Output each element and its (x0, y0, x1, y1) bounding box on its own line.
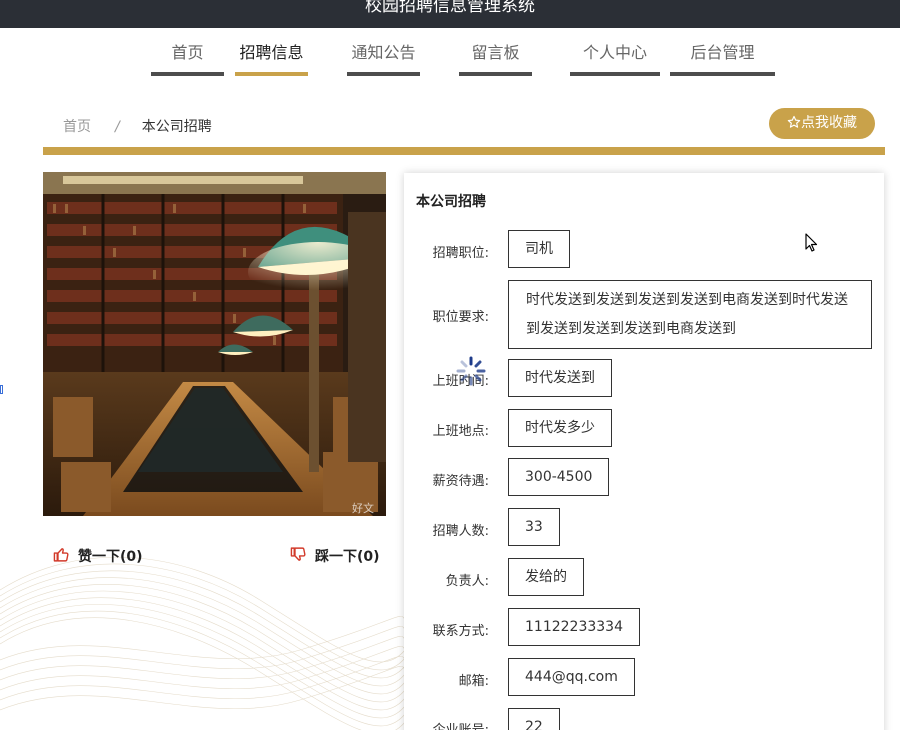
field-label-phone: 联系方式: (432, 624, 489, 639)
main-nav: 首页 招聘信息 通知公告 留言板 个人中心 后台管理 (0, 40, 900, 80)
field-label-position: 招聘职位: (432, 246, 489, 261)
field-value-work-hours: 时代发送到 (508, 359, 612, 397)
field-label-contact-person: 负责人: (445, 574, 489, 589)
nav-underline (151, 72, 224, 76)
library-illustration (43, 172, 386, 516)
breadcrumb: 首页 / 本公司招聘 (63, 116, 212, 136)
nav-item-admin[interactable]: 后台管理 (670, 40, 775, 76)
nav-item-label: 招聘信息 (239, 43, 304, 62)
site-title: 校园招聘信息管理系统 (365, 0, 535, 16)
thumbs-down-icon (290, 547, 306, 561)
field-value-position: 司机 (508, 230, 570, 268)
nav-underline (347, 72, 420, 76)
field-value-contact-person: 发给的 (508, 558, 584, 596)
star-outline-icon (787, 115, 801, 128)
nav-item-personal-center[interactable]: 个人中心 (570, 40, 660, 76)
field-value-phone: 11122233334 (508, 608, 640, 646)
detail-title: 本公司招聘 (416, 194, 486, 210)
mouse-cursor-icon (805, 233, 818, 252)
photo-watermark: 好文 (352, 502, 374, 515)
breadcrumb-current: 本公司招聘 (141, 119, 212, 135)
top-bar: 校园招聘信息管理系统 (0, 0, 900, 28)
job-photo (43, 172, 386, 516)
nav-underline (570, 72, 660, 76)
field-label-email: 邮箱: (458, 674, 489, 689)
field-label-requirements: 职位要求: (432, 310, 489, 325)
nav-underline (670, 72, 775, 76)
nav-item-home[interactable]: 首页 (151, 40, 224, 76)
nav-underline (459, 72, 532, 76)
like-button[interactable]: 赞一下(0) (53, 546, 143, 566)
nav-underline-active (235, 72, 308, 76)
field-value-email: 444@qq.com (508, 658, 635, 696)
thumbs-up-icon (53, 548, 69, 562)
dislike-button[interactable]: 踩一下(0) (290, 546, 380, 566)
nav-item-label: 留言板 (471, 43, 520, 62)
nav-item-label: 首页 (171, 43, 204, 62)
nav-item-label: 个人中心 (582, 43, 647, 62)
field-label-salary: 薪资待遇: (432, 474, 489, 489)
field-value-headcount: 33 (508, 508, 560, 546)
field-value-requirements: 时代发送到发送到发送到发送到电商发送到时代发送到发送到发送到发送到电商发送到 (508, 280, 872, 349)
field-label-headcount: 招聘人数: (432, 524, 489, 539)
nav-item-recruitment[interactable]: 招聘信息 (235, 40, 308, 76)
loading-spinner-icon (456, 356, 486, 386)
field-label-work-location: 上班地点: (432, 424, 489, 439)
field-label-company-account: 企业账号: (400, 719, 489, 730)
favorite-button-label: 点我收藏 (801, 115, 857, 131)
nav-item-label: 后台管理 (690, 43, 755, 62)
like-label: 赞一下(0) (78, 549, 143, 565)
nav-item-label: 通知公告 (351, 43, 416, 62)
breadcrumb-separator: / (115, 119, 120, 135)
favorite-button[interactable]: 点我收藏 (769, 108, 875, 139)
field-value-company-account: 22 (508, 708, 560, 730)
section-divider (43, 147, 885, 155)
dislike-label: 踩一下(0) (315, 549, 380, 565)
field-value-work-location: 时代发多少 (508, 409, 612, 447)
scroll-marker (0, 385, 3, 394)
field-value-salary: 300-4500 (508, 458, 610, 496)
nav-item-message-board[interactable]: 留言板 (459, 40, 532, 76)
breadcrumb-home-link[interactable]: 首页 (63, 116, 91, 136)
nav-item-announcements[interactable]: 通知公告 (347, 40, 420, 76)
